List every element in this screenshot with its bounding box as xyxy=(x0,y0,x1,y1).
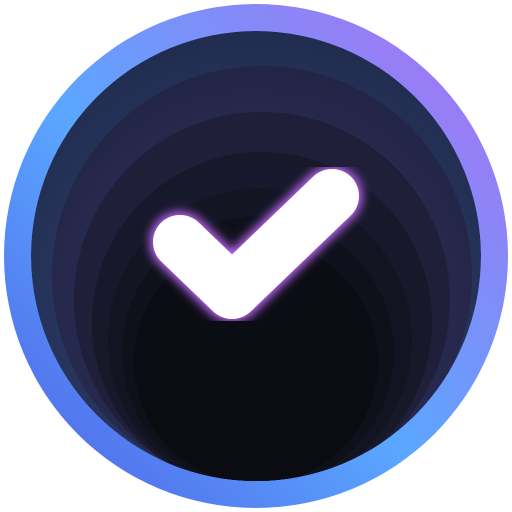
app-icon-graphic xyxy=(4,4,508,508)
app-icon xyxy=(0,0,512,512)
